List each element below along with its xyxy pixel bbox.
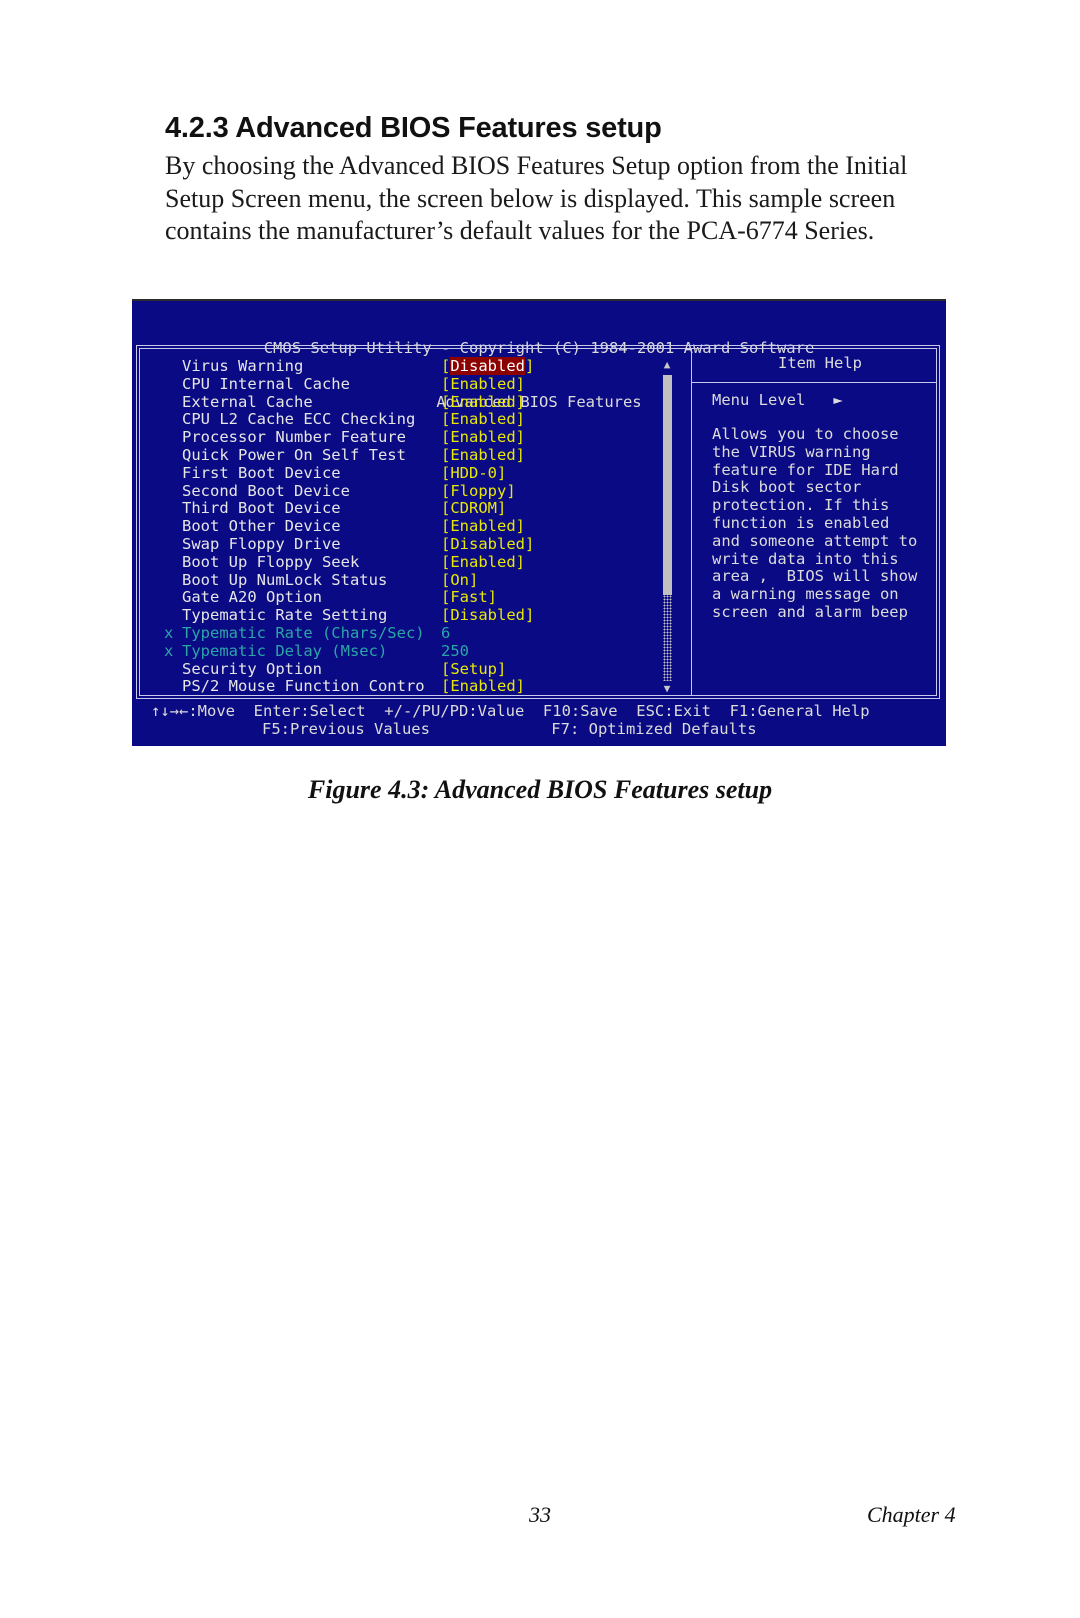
help-title-separator — [692, 382, 936, 383]
intro-paragraph: By choosing the Advanced BIOS Features S… — [165, 150, 965, 248]
setting-value[interactable]: [Setup] — [441, 660, 506, 679]
setting-label: Typematic Rate (Chars/Sec) — [182, 623, 425, 642]
setting-label: First Boot Device — [182, 463, 341, 482]
scroll-down-icon[interactable]: ▼ — [661, 683, 673, 695]
key-legend-line1: ↑↓→←:Move Enter:Select +/-/PU/PD:Value F… — [151, 702, 870, 720]
setting-label: CPU Internal Cache — [182, 374, 350, 393]
setting-value[interactable]: [Enabled] — [441, 553, 525, 572]
setting-value[interactable]: [Enabled] — [441, 678, 525, 696]
intro-line: Setup Screen menu, the screen below is d… — [165, 183, 896, 213]
setting-value[interactable]: [Enabled] — [441, 428, 525, 447]
setting-label: Boot Up NumLock Status — [182, 570, 388, 589]
bios-key-legend: ↑↓→←:Move Enter:Select +/-/PU/PD:Value F… — [132, 702, 946, 774]
setting-label: Boot Up Floppy Seek — [182, 552, 360, 571]
scrollbar[interactable]: ▲ ▼ — [661, 359, 673, 695]
menu-level-label: Menu Level — [712, 391, 806, 409]
setting-label: Third Boot Device — [182, 499, 341, 518]
item-help-title: Item Help — [778, 354, 862, 372]
help-text-line: and someone attempt to — [712, 531, 918, 550]
setting-value[interactable]: [Enabled] — [441, 375, 525, 394]
help-text-line: the VIRUS warning — [712, 442, 871, 461]
setting-label: Processor Number Feature — [182, 428, 406, 447]
setting-value[interactable]: [Enabled] — [441, 393, 525, 412]
menu-level-arrow-icon: ► — [833, 391, 843, 409]
disabled-marker: x — [164, 623, 174, 642]
setting-value[interactable]: [Floppy] — [441, 482, 516, 501]
setting-label: External Cache — [182, 392, 313, 411]
setting-value[interactable]: [HDD-0] — [441, 464, 506, 483]
help-text-line: feature for IDE Hard — [712, 460, 899, 479]
chapter-label: Chapter 4 — [867, 1502, 956, 1527]
setting-value[interactable]: [Disabled] — [441, 606, 534, 625]
help-text-line: Allows you to choose — [712, 425, 899, 443]
scroll-track[interactable] — [663, 595, 672, 681]
setting-label: Second Boot Device — [182, 481, 350, 500]
setting-value[interactable]: [Enabled] — [441, 446, 525, 465]
setting-value[interactable]: [Enabled] — [441, 411, 525, 429]
setting-value[interactable]: [Disabled] — [441, 357, 534, 376]
setting-label: Quick Power On Self Test — [182, 445, 406, 464]
setting-label: Typematic Rate Setting — [182, 606, 388, 625]
setting-value[interactable]: [Enabled] — [441, 517, 525, 536]
help-text-line: function is enabled — [712, 513, 890, 532]
bios-screenshot: CMOS Setup Utility - Copyright (C) 1984-… — [132, 299, 946, 746]
setting-value[interactable]: [On] — [441, 571, 478, 590]
help-text-line: area , BIOS will show — [712, 567, 918, 586]
help-text-line: a warning message on — [712, 585, 899, 604]
item-help-text: Allows you to choose the VIRUS warning fea… — [712, 425, 918, 622]
help-text-line: screen and alarm beep — [712, 602, 908, 621]
setting-value: 6 — [441, 623, 451, 642]
setting-label: Virus Warning — [182, 357, 304, 375]
setting-label: CPU L2 Cache ECC Checking — [182, 410, 416, 429]
setting-label: Security Option — [182, 659, 322, 678]
setting-label: Swap Floppy Drive — [182, 534, 341, 553]
setting-label: Gate A20 Option — [182, 588, 322, 607]
setting-label: PS/2 Mouse Function Contro — [182, 677, 425, 696]
help-text-line: write data into this — [712, 549, 899, 568]
bios-inner-frame: Virus Warning [Disabled] CPU Internal Cach… — [139, 348, 937, 696]
disabled-marker: x — [164, 641, 174, 660]
bios-main-frame: Virus Warning [Disabled] CPU Internal Cach… — [136, 345, 940, 699]
key-legend-line2: F5:Previous Values F7: Optimized Default… — [262, 720, 757, 738]
figure-caption: Figure 4.3: Advanced BIOS Features setup — [307, 775, 773, 804]
help-text-line: Disk boot sector — [712, 478, 862, 497]
setting-label: Boot Other Device — [182, 517, 341, 536]
help-text-line: protection. If this — [712, 496, 890, 515]
setting-value[interactable]: [Fast] — [441, 589, 497, 607]
section-heading: 4.2.3 Advanced BIOS Features setup — [165, 112, 662, 144]
setting-label: Typematic Delay (Msec) — [182, 641, 388, 660]
scroll-up-icon[interactable]: ▲ — [661, 359, 673, 371]
page-number: 33 — [529, 1502, 551, 1527]
setting-value[interactable]: [Disabled] — [441, 535, 534, 554]
panel-divider — [691, 349, 692, 695]
intro-line: contains the manufacturer’s default valu… — [165, 216, 875, 245]
setting-value: 250 — [441, 641, 469, 660]
menu-level: Menu Level ► — [712, 391, 843, 409]
setting-value[interactable]: [CDROM] — [441, 500, 506, 518]
scroll-thumb[interactable] — [663, 375, 672, 595]
intro-line: By choosing the Advanced BIOS Features S… — [165, 151, 908, 180]
